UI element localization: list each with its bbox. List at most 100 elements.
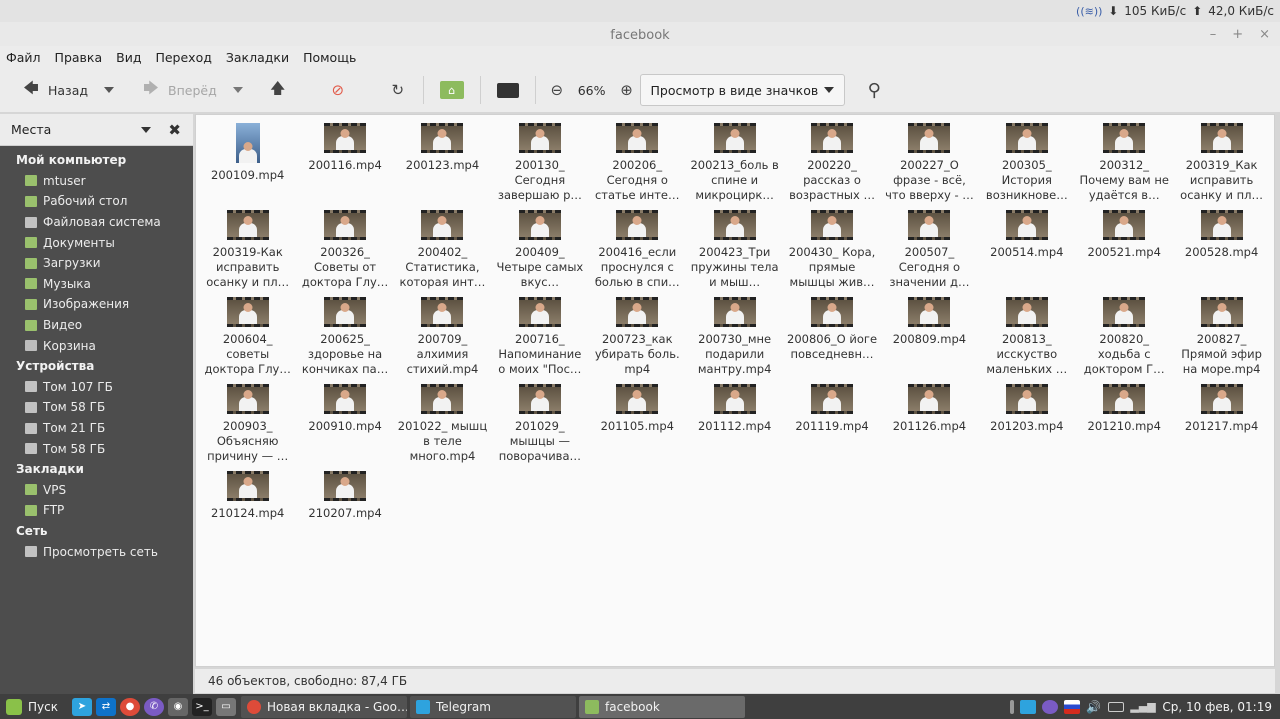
- back-history-dropdown[interactable]: [96, 75, 122, 105]
- file-item[interactable]: 200312_ Почему вам не удаётся в…: [1076, 123, 1173, 210]
- file-item[interactable]: 200528.mp4: [1173, 210, 1270, 297]
- file-view[interactable]: 200109.mp4 200116.mp4 200123.mp4 200130_ Се…: [195, 114, 1275, 667]
- menu-bookmarks[interactable]: Закладки: [226, 50, 289, 65]
- file-item[interactable]: 200827_ Прямой эфир на море.mp4: [1173, 297, 1270, 384]
- file-item[interactable]: 200409_ Четыре самых вкус…: [491, 210, 588, 297]
- start-button[interactable]: Пуск: [0, 694, 70, 719]
- file-item[interactable]: 201112.mp4: [686, 384, 783, 471]
- forward-history-dropdown[interactable]: [225, 75, 251, 105]
- sidebar-item[interactable]: mtuser: [0, 171, 193, 192]
- file-item[interactable]: 200109.mp4: [199, 123, 296, 210]
- sidebar-item[interactable]: Загрузки: [0, 253, 193, 274]
- file-item[interactable]: 200227_О фразе - всё, что вверху - …: [881, 123, 978, 210]
- camera-launcher-icon[interactable]: ◉: [167, 697, 188, 716]
- menu-help[interactable]: Помощь: [303, 50, 356, 65]
- viber-tray-icon[interactable]: [1042, 699, 1059, 714]
- sidebar-item[interactable]: Музыка: [0, 274, 193, 295]
- file-item[interactable]: 201210.mp4: [1076, 384, 1173, 471]
- sidebar-item[interactable]: Просмотреть сеть: [0, 541, 193, 562]
- file-item[interactable]: 200820_ ходьба с доктором Г…: [1076, 297, 1173, 384]
- sidebar-item[interactable]: Корзина: [0, 335, 193, 356]
- telegram-tray-icon[interactable]: [1020, 699, 1037, 714]
- file-item[interactable]: 200123.mp4: [394, 123, 491, 210]
- file-item[interactable]: 200206_ Сегодня о статье инте…: [589, 123, 686, 210]
- sidebar-item[interactable]: Том 21 ГБ: [0, 418, 193, 439]
- menu-go[interactable]: Переход: [155, 50, 211, 65]
- signal-icon[interactable]: ▂▄▆: [1130, 700, 1155, 714]
- volume-icon[interactable]: 🔊: [1086, 700, 1102, 714]
- chevron-down-icon[interactable]: [141, 127, 151, 133]
- task-telegram[interactable]: Telegram: [409, 695, 576, 718]
- file-item[interactable]: 201119.mp4: [783, 384, 880, 471]
- close-sidebar-icon[interactable]: ✖: [168, 121, 181, 139]
- viber-launcher-icon[interactable]: ✆: [143, 697, 164, 716]
- sidebar-item[interactable]: Документы: [0, 232, 193, 253]
- close-button[interactable]: ×: [1259, 27, 1270, 42]
- file-item[interactable]: 200507_ Сегодня о значении д…: [881, 210, 978, 297]
- file-item[interactable]: 200416_если проснулся с болью в спи…: [589, 210, 686, 297]
- tray-menu-icon[interactable]: [1010, 699, 1015, 714]
- back-button[interactable]: 🡄 Назад: [14, 75, 96, 105]
- zoom-out-button[interactable]: ⊖: [544, 75, 570, 105]
- file-item[interactable]: 201126.mp4: [881, 384, 978, 471]
- file-item[interactable]: 200220_ рассказ о возрастных …: [783, 123, 880, 210]
- window-titlebar[interactable]: facebook – + ×: [0, 22, 1280, 48]
- battery-icon[interactable]: [1108, 701, 1125, 712]
- sidebar-item[interactable]: Изображения: [0, 294, 193, 315]
- network-monitor-icon[interactable]: ((≋)): [1076, 4, 1102, 18]
- menu-file[interactable]: Файл: [6, 50, 41, 65]
- minimize-button[interactable]: –: [1210, 27, 1217, 42]
- file-item[interactable]: 200521.mp4: [1076, 210, 1173, 297]
- search-button[interactable]: ⚲: [857, 75, 891, 105]
- sidebar-item[interactable]: Файловая система: [0, 212, 193, 233]
- up-button[interactable]: 🡅: [261, 75, 295, 105]
- file-item[interactable]: 200813_ исскуство маленьких …: [978, 297, 1075, 384]
- file-item[interactable]: 210124.mp4: [199, 471, 296, 558]
- file-item[interactable]: 200430_ Кора, прямые мышцы жив…: [783, 210, 880, 297]
- sidebar-item[interactable]: Том 58 ГБ: [0, 438, 193, 459]
- file-item[interactable]: 200625_ здоровье на кончиках па…: [296, 297, 393, 384]
- teamviewer-launcher-icon[interactable]: ⇄: [95, 697, 116, 716]
- menu-edit[interactable]: Правка: [55, 50, 103, 65]
- file-item[interactable]: 200723_как убирать боль. mp4: [589, 297, 686, 384]
- file-item[interactable]: 200903_ Объясняю причину — …: [199, 384, 296, 471]
- file-item[interactable]: 201203.mp4: [978, 384, 1075, 471]
- task-chrome[interactable]: Новая вкладка - Goo…: [240, 695, 407, 718]
- file-item[interactable]: 200319_Как исправить осанку и пл…: [1173, 123, 1270, 210]
- file-item[interactable]: 200213_боль в спине и микроцирк…: [686, 123, 783, 210]
- file-item[interactable]: 201217.mp4: [1173, 384, 1270, 471]
- file-item[interactable]: 200326_ Советы от доктора Глу…: [296, 210, 393, 297]
- forward-button[interactable]: 🡆 Вперёд: [134, 75, 225, 105]
- file-item[interactable]: 200716_ Напоминание о моих "Пос…: [491, 297, 588, 384]
- sidebar-item[interactable]: Рабочий стол: [0, 191, 193, 212]
- keyboard-layout-icon[interactable]: [1064, 699, 1081, 714]
- menu-view[interactable]: Вид: [116, 50, 141, 65]
- file-item[interactable]: 200130_ Сегодня завершаю р…: [491, 123, 588, 210]
- sidebar-item[interactable]: VPS: [0, 480, 193, 501]
- maximize-button[interactable]: +: [1232, 27, 1243, 42]
- reload-button[interactable]: ↻: [381, 75, 415, 105]
- task-facebook-folder[interactable]: facebook: [578, 695, 745, 718]
- sidebar-item[interactable]: Видео: [0, 315, 193, 336]
- file-item[interactable]: 200423_Три пружины тела и мыш…: [686, 210, 783, 297]
- terminal-launcher-icon[interactable]: >_: [191, 697, 212, 716]
- file-item[interactable]: 200402_ Статистика, которая инт…: [394, 210, 491, 297]
- sidebar-item[interactable]: Том 58 ГБ: [0, 397, 193, 418]
- file-item[interactable]: 200730_мне подарили мантру.mp4: [686, 297, 783, 384]
- file-item[interactable]: 200116.mp4: [296, 123, 393, 210]
- zoom-in-button[interactable]: ⊕: [614, 75, 640, 105]
- disk-launcher-icon[interactable]: ▭: [215, 697, 236, 716]
- telegram-launcher-icon[interactable]: ➤: [71, 697, 92, 716]
- computer-button[interactable]: [489, 75, 527, 105]
- file-item[interactable]: 200604_ советы доктора Глу…: [199, 297, 296, 384]
- stop-button[interactable]: ⊘: [321, 75, 355, 105]
- file-item[interactable]: 200305_ История возникнове…: [978, 123, 1075, 210]
- clock[interactable]: Ср, 10 фев, 01:19: [1162, 700, 1272, 714]
- file-item[interactable]: 201029_ мышцы — поворачива…: [491, 384, 588, 471]
- file-item[interactable]: 200806_О йоге повседневн…: [783, 297, 880, 384]
- file-item[interactable]: 200910.mp4: [296, 384, 393, 471]
- file-item[interactable]: 200514.mp4: [978, 210, 1075, 297]
- sidebar-item[interactable]: Том 107 ГБ: [0, 377, 193, 398]
- sidebar-item[interactable]: FTP: [0, 500, 193, 521]
- home-button[interactable]: ⌂: [432, 75, 472, 105]
